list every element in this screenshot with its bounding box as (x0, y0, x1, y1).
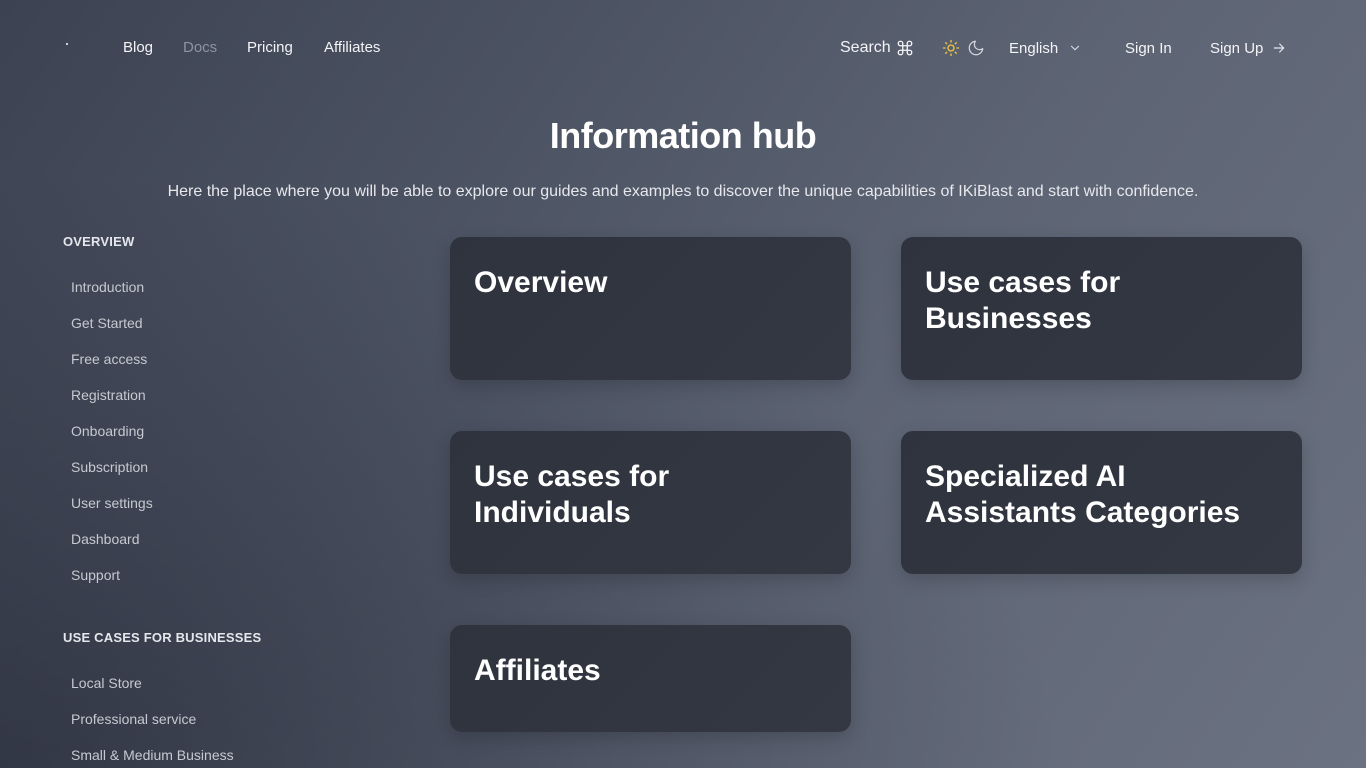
logo[interactable] (66, 43, 68, 45)
card-title: Affiliates (474, 654, 601, 687)
sidebar-item-free-access[interactable]: Free access (71, 351, 147, 367)
sign-in-link[interactable]: Sign In (1125, 38, 1172, 58)
sidebar-item-support[interactable]: Support (71, 567, 120, 583)
sidebar-item-professional-service[interactable]: Professional service (71, 711, 196, 727)
search-button[interactable]: Search (840, 38, 914, 58)
sidebar-item-user-settings[interactable]: User settings (71, 495, 153, 511)
sidebar-heading-use-cases-businesses: USE CASES FOR BUSINESSES (63, 630, 262, 645)
page-title: Information hub (549, 115, 817, 156)
moon-icon[interactable] (967, 38, 985, 58)
card-use-cases-businesses[interactable]: Use cases for Businesses (901, 237, 1302, 380)
top-navbar: Blog Docs Pricing Affiliates Search Engl… (0, 0, 1366, 96)
nav-blog[interactable]: Blog (123, 39, 153, 57)
card-specialized-ai-assistants[interactable]: Specialized AI Assistants Categories (901, 431, 1302, 574)
sidebar-item-local-store[interactable]: Local Store (71, 675, 142, 691)
card-overview[interactable]: Overview (450, 237, 851, 380)
sun-icon[interactable] (942, 38, 960, 58)
card-use-cases-individuals[interactable]: Use cases for Individuals (450, 431, 851, 574)
nav-affiliates[interactable]: Affiliates (324, 39, 380, 57)
nav-pricing[interactable]: Pricing (247, 39, 293, 57)
arrow-right-icon (1271, 40, 1287, 56)
page-subtitle: Here the place where you will be able to… (167, 183, 1199, 200)
sidebar-item-dashboard[interactable]: Dashboard (71, 531, 140, 547)
search-label: Search (840, 39, 891, 56)
sidebar-item-onboarding[interactable]: Onboarding (71, 423, 144, 439)
sidebar-item-small-medium-business[interactable]: Small & Medium Business (71, 747, 234, 763)
card-title: Specialized AI Assistants Categories (925, 460, 1241, 529)
chevron-down-icon (1068, 41, 1082, 55)
sign-up-link[interactable]: Sign Up (1210, 38, 1287, 58)
sidebar-heading-overview: OVERVIEW (63, 234, 135, 249)
sidebar-item-registration[interactable]: Registration (71, 387, 146, 403)
sidebar-item-introduction[interactable]: Introduction (71, 279, 144, 295)
card-title: Use cases for Individuals (474, 460, 670, 529)
card-affiliates[interactable]: Affiliates (450, 625, 851, 732)
sign-up-label: Sign Up (1210, 39, 1264, 57)
sidebar-item-subscription[interactable]: Subscription (71, 459, 148, 475)
language-select[interactable]: English (1009, 38, 1082, 58)
card-title: Overview (474, 266, 608, 299)
language-label: English (1009, 39, 1059, 57)
card-title: Use cases for Businesses (925, 266, 1121, 335)
command-icon (896, 39, 914, 57)
sidebar-item-get-started[interactable]: Get Started (71, 315, 143, 331)
nav-docs[interactable]: Docs (183, 39, 217, 57)
